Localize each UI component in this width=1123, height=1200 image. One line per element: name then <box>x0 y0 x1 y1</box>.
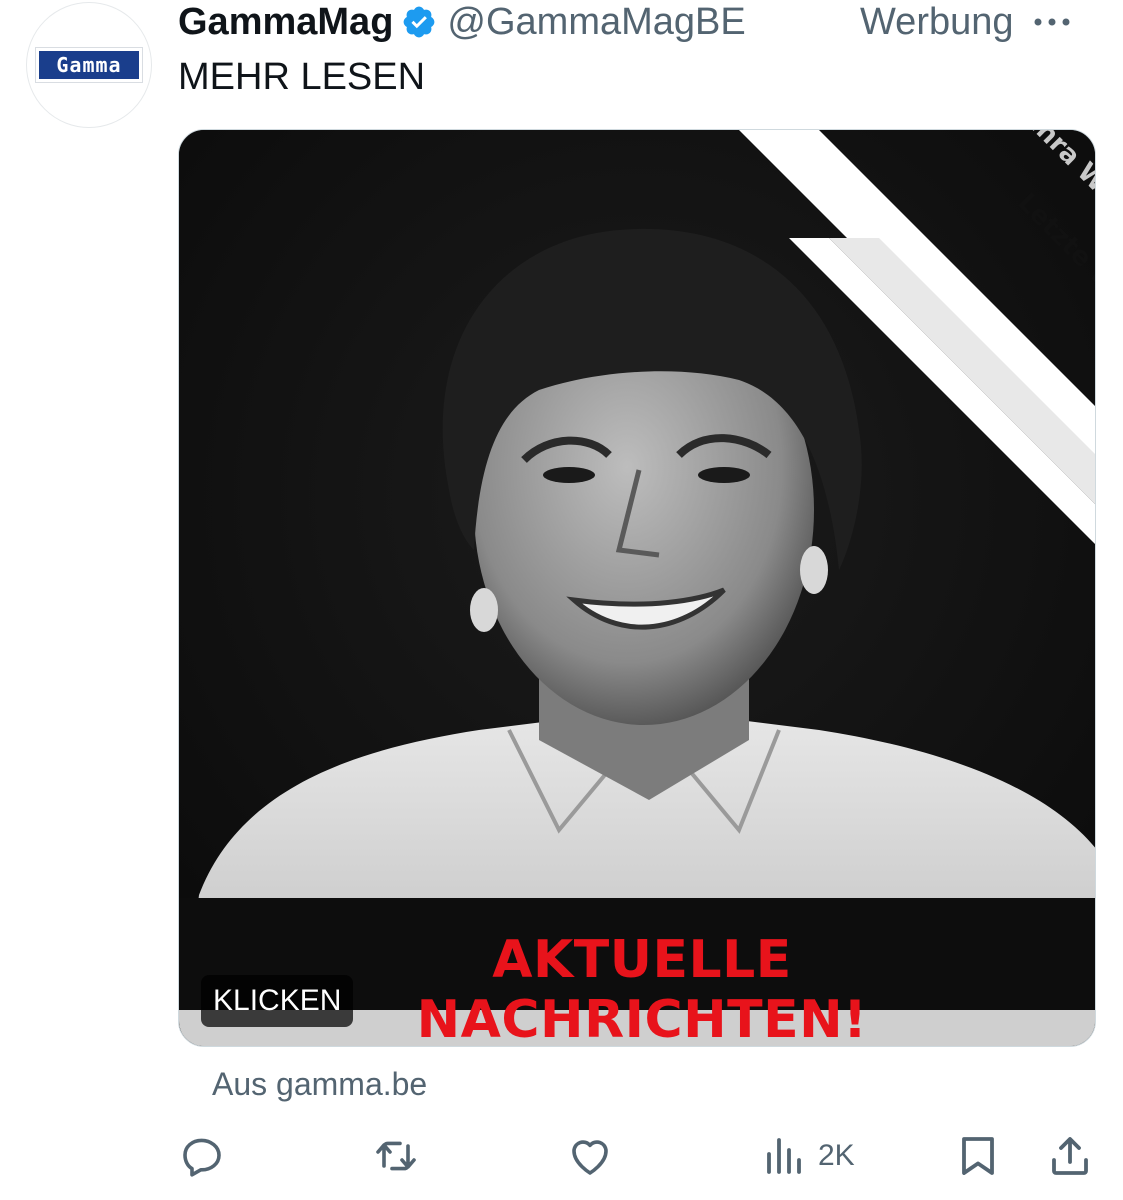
repost-icon <box>376 1141 416 1171</box>
post-text: MEHR LESEN <box>178 56 426 98</box>
like-icon <box>572 1140 608 1175</box>
ad-headline: AKTUELLE NACHRICHTEN! <box>416 930 868 1047</box>
repost-button[interactable] <box>372 1128 420 1184</box>
share-icon <box>1052 1137 1088 1175</box>
avatar-logo-text: Gamma <box>56 53 122 77</box>
gamma-logo: Gamma <box>35 47 143 83</box>
views-count: 2K <box>818 1139 855 1172</box>
like-button[interactable] <box>566 1128 614 1184</box>
views-icon <box>767 1138 801 1174</box>
ad-label: Werbung <box>860 0 1014 43</box>
more-options-icon[interactable] <box>1030 6 1074 36</box>
bookmark-button[interactable] <box>954 1128 1002 1184</box>
views-button[interactable]: 2K <box>760 1128 855 1184</box>
verified-badge-icon[interactable] <box>401 4 437 40</box>
avatar[interactable]: Gamma <box>26 2 152 128</box>
reply-button[interactable] <box>178 1128 226 1184</box>
link-source[interactable]: Aus gamma.be <box>212 1066 427 1103</box>
account-handle[interactable]: @GammaMagBE <box>447 1 745 44</box>
account-name[interactable]: GammaMag <box>178 1 393 44</box>
reply-icon <box>183 1138 221 1177</box>
bookmark-icon <box>962 1137 994 1175</box>
share-button[interactable] <box>1046 1128 1094 1184</box>
action-bar: 2K <box>0 1128 1123 1184</box>
post-header: GammaMag @GammaMagBE Werbung <box>178 0 1123 44</box>
ad-image <box>179 130 1095 1046</box>
click-cta-badge[interactable]: KLICKEN <box>201 975 354 1027</box>
ad-media-card[interactable]: Sahra Wagenknecht Letzte Worte AKTUELLE … <box>178 129 1096 1047</box>
